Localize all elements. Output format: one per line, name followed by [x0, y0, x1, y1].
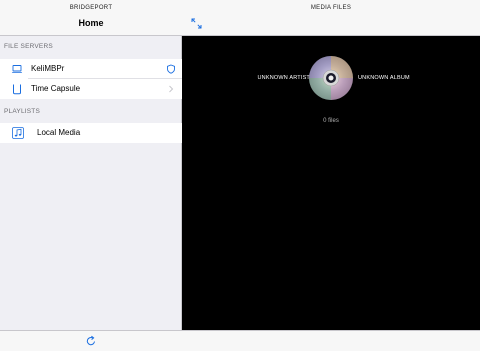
list-item-label: Local Media: [37, 128, 81, 137]
music-note-icon: [12, 127, 24, 139]
chevron-right-icon: [169, 85, 174, 93]
section-header-playlists: PLAYLISTS: [4, 108, 41, 115]
file-count-label: 0 files: [323, 118, 339, 124]
time-capsule-icon: [13, 84, 21, 95]
list-item-kelimbpr[interactable]: KeliMBPr: [0, 59, 182, 79]
shield-icon[interactable]: [166, 64, 176, 74]
page-title: Home: [78, 18, 104, 28]
refresh-icon[interactable]: [85, 335, 97, 347]
sidebar-nav-bar: BRIDGEPORT Home: [0, 0, 182, 36]
sidebar-toolbar: [0, 330, 182, 351]
album-label: UNKNOWN ALBUM: [358, 75, 410, 81]
media-title: MEDIA FILES: [310, 5, 352, 11]
list-item-label: Time Capsule: [31, 84, 81, 93]
laptop-icon: [11, 65, 23, 73]
media-pane: MEDIA FILES UNKNOWN ARTIST UNKNOWN ALBUM…: [182, 0, 480, 351]
list-item-label: KeliMBPr: [31, 64, 65, 73]
artist-label: UNKNOWN ARTIST: [257, 75, 310, 81]
media-toolbar: [182, 330, 480, 351]
cd-disc-icon: [309, 56, 353, 100]
list-item-local-media[interactable]: Local Media: [0, 123, 182, 143]
expand-arrows-icon[interactable]: [191, 18, 202, 29]
media-nav-bar: MEDIA FILES: [182, 0, 480, 36]
app-name: BRIDGEPORT: [69, 5, 113, 11]
list-item-time-capsule[interactable]: Time Capsule: [0, 79, 182, 99]
section-header-file-servers: FILE SERVERS: [4, 43, 53, 50]
sidebar-pane: BRIDGEPORT Home FILE SERVERS KeliMBPr Ti…: [0, 0, 182, 351]
